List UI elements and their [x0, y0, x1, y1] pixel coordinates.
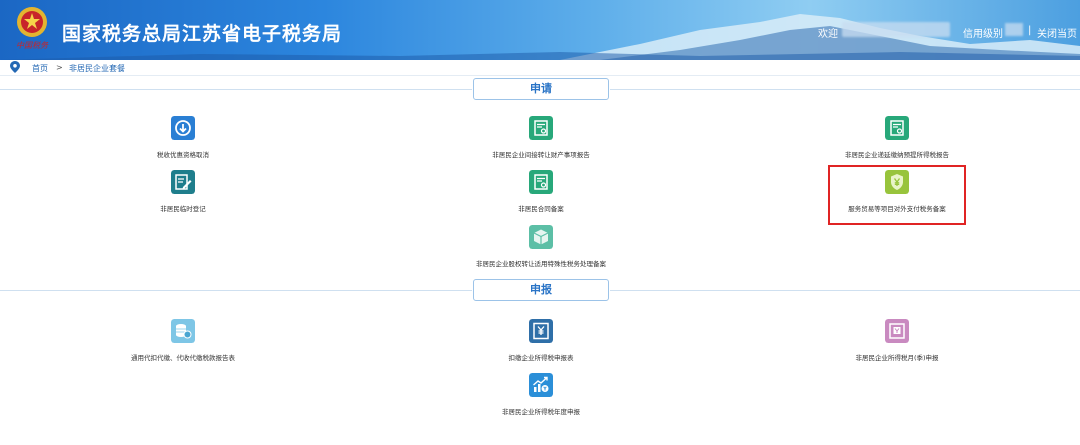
tile-contract-filing[interactable]: 非居民合同备案: [441, 170, 641, 213]
tile-label: 扣缴企业所得税申报表: [508, 354, 574, 362]
yen-report-icon: [529, 319, 553, 343]
section-title-apply: 申请: [473, 78, 609, 100]
highlight-box: [828, 165, 966, 225]
tile-label: 非居民临时登记: [160, 205, 206, 213]
package-icon: [529, 225, 553, 249]
tile-label: 非居民企业间接转让财产事项报告: [492, 151, 590, 159]
breadcrumb: 首页 > 非居民企业套餐: [0, 60, 1080, 76]
tile-tax-benefit-cancel[interactable]: 税收优惠资格取消: [83, 116, 283, 159]
site-title: 国家税务总局江苏省电子税务局: [62, 23, 343, 45]
tile-label: 非居民合同备案: [518, 205, 564, 213]
breadcrumb-home-link[interactable]: 首页: [32, 63, 48, 74]
tile-label: 非居民企业所得税年度申报: [502, 408, 580, 416]
emblem-text: 中国税务: [16, 41, 49, 50]
download-circle-icon: [171, 116, 195, 140]
certificate-icon: [529, 116, 553, 140]
breadcrumb-current: 非居民企业套餐: [69, 64, 125, 73]
tile-general-withholding-report[interactable]: 通用代扣代缴、代收代缴税款报告表: [83, 319, 283, 362]
tile-annual-return[interactable]: 非居民企业所得税年度申报: [441, 373, 641, 416]
tile-label: 非居民企业递延缴纳预提所得税报告: [845, 151, 949, 159]
tile-equity-transfer-special-filing[interactable]: 非居民企业股权转让适用特殊性税务处理备案: [441, 225, 641, 268]
certificate-icon: [885, 116, 909, 140]
tile-temporary-registration[interactable]: 非居民临时登记: [83, 170, 283, 213]
receipt-icon: [885, 319, 909, 343]
section-divider-left: [0, 89, 472, 90]
header-separator: |: [1028, 25, 1032, 36]
credit-level-link[interactable]: 信用级别: [963, 25, 1003, 40]
tile-label: 通用代扣代缴、代收代缴税款报告表: [131, 354, 235, 362]
close-page-link[interactable]: 关闭当页: [1037, 25, 1077, 40]
section-title-declare: 申报: [473, 279, 609, 301]
breadcrumb-arrow: >: [56, 63, 63, 72]
tile-indirect-transfer-report[interactable]: 非居民企业间接转让财产事项报告: [441, 116, 641, 159]
tile-label: 非居民企业股权转让适用特殊性税务处理备案: [476, 260, 606, 268]
welcome-text: 欢迎: [818, 29, 838, 40]
tile-deferred-withholding-report[interactable]: 非居民企业递延缴纳预提所得税报告: [797, 116, 997, 159]
coin-stack-icon: [171, 319, 195, 343]
tax-emblem-icon: 中国税务: [16, 7, 49, 50]
growth-chart-icon: [529, 373, 553, 397]
section-divider-right: [610, 290, 1080, 291]
edit-form-icon: [171, 170, 195, 194]
certificate-icon: [529, 170, 553, 194]
blurred-credit-value: [1005, 23, 1023, 36]
tile-label: 非居民企业所得税月(季)申报: [855, 354, 939, 362]
tile-label: 税收优惠资格取消: [157, 151, 209, 159]
tile-withholding-cit-return[interactable]: 扣缴企业所得税申报表: [441, 319, 641, 362]
section-divider-right: [610, 89, 1080, 90]
location-pin-icon: [10, 61, 20, 73]
blurred-username: [842, 22, 950, 37]
section-divider-left: [0, 290, 472, 291]
tile-monthly-quarterly-return[interactable]: 非居民企业所得税月(季)申报: [797, 319, 997, 362]
top-banner: 中国税务 国家税务总局江苏省电子税务局 欢迎 信用级别 | 关闭当页: [0, 0, 1080, 60]
